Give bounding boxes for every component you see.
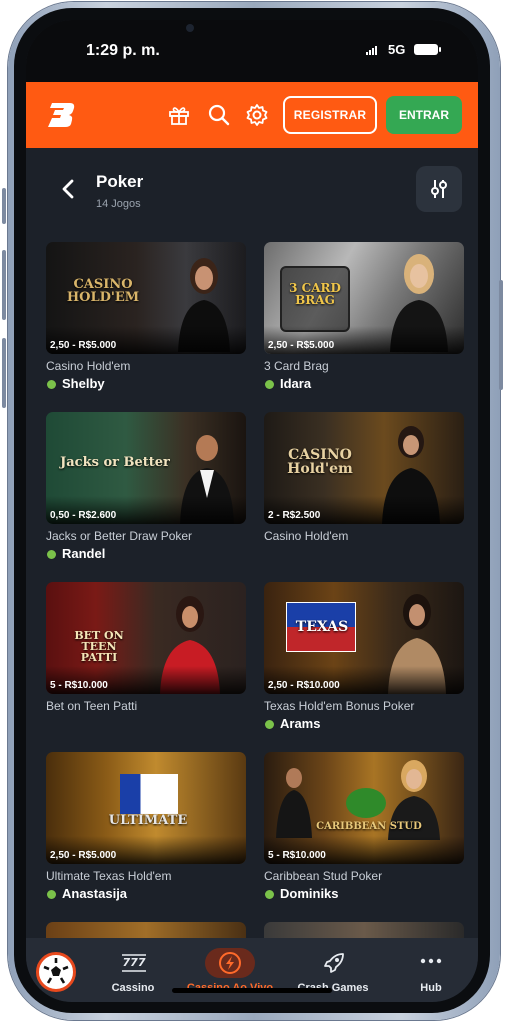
game-art-logo: CARIBBEAN STUD: [316, 821, 422, 832]
page-title: Poker: [96, 172, 144, 191]
soccer-ball-icon: [36, 952, 76, 992]
back-arrow-icon[interactable]: [60, 178, 76, 200]
register-button[interactable]: REGISTRAR: [283, 96, 377, 134]
svg-text:777: 777: [123, 956, 146, 969]
bet-limit: 2,50 - R$10.000: [264, 666, 464, 694]
game-name: Bet on Teen Patti: [46, 699, 138, 713]
more-dots-icon: [420, 958, 442, 964]
game-thumbnail[interactable]: CASINO HOLD'EM 2,50 - R$5.000: [46, 242, 246, 354]
game-thumbnail-partial[interactable]: [46, 922, 246, 938]
dealer-name: Randel: [46, 546, 105, 561]
game-name: Ultimate Texas Hold'em: [46, 869, 172, 883]
slot-777-icon: 777: [122, 954, 146, 972]
palm-graphic: [346, 788, 386, 818]
gear-icon[interactable]: [245, 103, 269, 127]
game-thumbnail[interactable]: 3 CARD BRAG 2,50 - R$5.000: [264, 242, 464, 354]
bet-limit: 5 - R$10.000: [264, 836, 464, 864]
login-button[interactable]: ENTRAR: [386, 96, 462, 134]
nav-hub[interactable]: Hub: [386, 938, 476, 1002]
game-art-logo: TEXAS: [295, 619, 349, 635]
game-thumbnail[interactable]: CARIBBEAN STUD 5 - R$10.000: [264, 752, 464, 864]
dealer-name: Dominiks: [264, 886, 339, 901]
game-thumbnail[interactable]: ULTIMATE 2,50 - R$5.000: [46, 752, 246, 864]
network-type: 5G: [388, 42, 406, 57]
home-indicator[interactable]: [172, 988, 332, 993]
phone-silent-switch: [2, 188, 6, 224]
game-name: Casino Hold'em: [46, 359, 131, 373]
game-name: Jacks or Better Draw Poker: [46, 529, 193, 543]
filter-button[interactable]: [416, 166, 462, 212]
app-header: REGISTRAR ENTRAR: [26, 82, 478, 148]
app-screen: 1:29 p. m. 5G REGISTRAR ENTRAR Poker 14 …: [26, 20, 478, 1002]
dealer-name: Arams: [264, 716, 320, 731]
game-name: Texas Hold'em Bonus Poker: [264, 699, 415, 713]
flag-graphic: [120, 774, 178, 814]
search-icon[interactable]: [207, 103, 231, 127]
nav-cassino[interactable]: 777 Cassino: [88, 938, 178, 1002]
nav-sports[interactable]: [26, 938, 86, 1002]
status-time: 1:29 p. m.: [86, 42, 160, 59]
sliders-icon: [431, 180, 447, 198]
dealer-name: Shelby: [46, 376, 105, 391]
nav-label: Cassino: [111, 982, 155, 994]
game-count: 14 Jogos: [96, 198, 141, 210]
game-art-logo: BET ON TEEN PATTI: [74, 629, 124, 664]
bet-limit: 2,50 - R$5.000: [46, 326, 246, 354]
nav-label: Hub: [420, 982, 442, 994]
game-name: Caribbean Stud Poker: [264, 869, 383, 883]
bet-limit: 2,50 - R$5.000: [264, 326, 464, 354]
game-thumbnail-partial[interactable]: [264, 922, 464, 938]
game-name: 3 Card Brag: [264, 359, 329, 373]
front-camera: [186, 24, 194, 32]
status-bar: 1:29 p. m. 5G: [26, 20, 478, 82]
live-casino-icon: [205, 948, 255, 978]
game-thumbnail[interactable]: CASINO Hold'em 2 - R$2.500: [264, 412, 464, 524]
rocket-icon: [324, 953, 344, 973]
game-art-logo: CASINO HOLD'EM: [66, 277, 140, 305]
bet-limit: 0,50 - R$2.600: [46, 496, 246, 524]
bet-limit: 2 - R$2.500: [264, 496, 464, 524]
game-thumbnail[interactable]: TEXAS 2,50 - R$10.000: [264, 582, 464, 694]
game-thumbnail[interactable]: Jacks or Better 0,50 - R$2.600: [46, 412, 246, 524]
battery-icon: [414, 44, 441, 55]
gift-icon[interactable]: [167, 103, 191, 127]
game-art-logo: CASINO Hold'em: [287, 447, 353, 477]
dealer-name: Idara: [264, 376, 311, 391]
signal-icon: [366, 45, 377, 55]
phone-volume-down: [2, 338, 6, 408]
game-art-logo: Jacks or Better: [60, 455, 170, 470]
phone-power-button: [499, 280, 503, 390]
phone-volume-up: [2, 250, 6, 320]
brand-logo-icon[interactable]: [46, 99, 78, 131]
game-name: Casino Hold'em: [264, 529, 349, 543]
game-art-logo: 3 CARD BRAG: [289, 281, 341, 307]
game-thumbnail[interactable]: BET ON TEEN PATTI 5 - R$10.000: [46, 582, 246, 694]
dealer-name: Anastasija: [46, 886, 127, 901]
game-art-logo: ULTIMATE: [108, 813, 188, 828]
bet-limit: 2,50 - R$5.000: [46, 836, 246, 864]
bet-limit: 5 - R$10.000: [46, 666, 246, 694]
